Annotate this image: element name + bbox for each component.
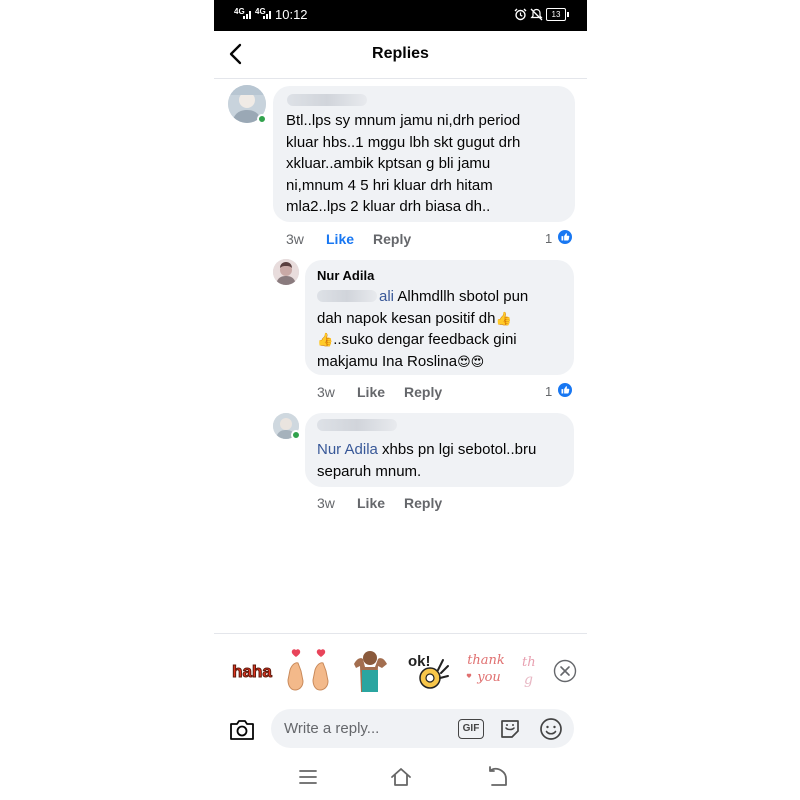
svg-text:you: you [476, 670, 501, 685]
comment-time: 3w [286, 231, 304, 247]
comment-text: separuh mnum. [317, 462, 422, 480]
system-nav-bar [214, 752, 587, 800]
svg-text:g: g [524, 672, 533, 688]
reply-input[interactable] [271, 709, 574, 748]
like-button[interactable]: Like [357, 384, 385, 400]
comment-text-line: xhbs pn lgi sebotol..bru [377, 441, 537, 458]
gif-label: GIF [462, 723, 480, 734]
reply-button[interactable]: Reply [404, 384, 442, 400]
comment-text: makjamu Ina Roslina😍😍 [317, 351, 484, 374]
reply-bubble[interactable]: Nur Adila ali Alhmdllh sbotol pun dah na… [305, 260, 574, 375]
comment-text-line: Alhmdllh sbotol pun [394, 288, 529, 305]
emoji-icon[interactable] [539, 717, 563, 741]
thumbs-up-emoji: 👍 [495, 311, 512, 327]
comment-text: mla2..lps 2 kluar drh biasa dh.. [286, 198, 491, 215]
comment-time: 3w [317, 384, 335, 400]
avatar[interactable] [273, 259, 299, 285]
reply-button[interactable]: Reply [373, 231, 411, 247]
home-icon[interactable] [389, 766, 413, 788]
thank-you-sticker[interactable]: thank you [460, 644, 512, 696]
camera-icon[interactable] [228, 718, 256, 742]
finger-heart-sticker[interactable] [284, 644, 336, 696]
comment-text-line: dah napok kesan positif dh [317, 309, 496, 327]
tagged-user[interactable]: Nur Adila [317, 441, 378, 458]
like-button[interactable]: Like [357, 495, 385, 511]
comment-text: ni,mnum 4 5 hri kluar drh hitam [286, 176, 493, 194]
sticker-tray: haha ok! thank you th g [214, 633, 587, 708]
comment-text: Btl..lps sy mnum jamu ni,drh period [286, 112, 521, 129]
like-reaction-icon[interactable] [557, 382, 573, 398]
header: Replies [214, 31, 587, 79]
svg-text:th: th [522, 655, 536, 670]
online-indicator [291, 430, 301, 440]
tag-fragment[interactable]: ali [379, 288, 394, 305]
close-icon[interactable] [553, 659, 577, 683]
reaction-count: 1 [545, 384, 553, 399]
redacted-author-name [287, 94, 367, 106]
phone-screen: 4G 4G 10:12 13 Replies Btl..lps sy mnum … [214, 0, 587, 800]
haha-sticker[interactable]: haha [226, 644, 278, 696]
comment-text: kluar hbs..1 mggu lbh skt gugut drh [286, 133, 521, 151]
comment-bubble[interactable]: Btl..lps sy mnum jamu ni,drh period klua… [273, 86, 575, 222]
gif-button[interactable]: GIF [458, 719, 484, 739]
like-reaction-icon[interactable] [557, 229, 573, 245]
page-title: Replies [372, 45, 429, 62]
comment-time: 3w [317, 495, 335, 511]
reply-composer: GIF [214, 708, 587, 752]
comment-author[interactable]: Nur Adila [317, 268, 374, 283]
redacted-author-name [317, 419, 397, 431]
clock: 10:12 [275, 7, 308, 22]
comment-text: dah napok kesan positif dh👍 [317, 308, 512, 331]
svg-text:ok!: ok! [408, 653, 431, 670]
comment-text: 👍..suko dengar feedback gini [317, 329, 517, 352]
svg-text:thank: thank [467, 653, 505, 668]
comment-text-line: ..suko dengar feedback gini [333, 331, 517, 348]
status-bar: 4G 4G 10:12 13 [214, 0, 587, 31]
back-nav-icon[interactable] [486, 766, 510, 788]
comment-text: xkluar..ambik kptsan g bli jamu [286, 155, 491, 172]
partial-sticker[interactable]: th g [520, 644, 550, 696]
heart-eyes-emoji: 😍😍 [457, 354, 485, 370]
sticker-icon[interactable] [498, 717, 522, 741]
comment-text: ali Alhmdllh sbotol pun [317, 286, 528, 308]
muscle-woman-sticker[interactable] [342, 644, 394, 696]
reply-bubble[interactable]: Nur Adila xhbs pn lgi sebotol..bru separ… [305, 413, 574, 487]
reaction-count: 1 [545, 231, 553, 246]
battery-icon: 13 [546, 8, 569, 21]
comment-text: Nur Adila xhbs pn lgi sebotol..bru [317, 439, 536, 461]
mute-icon [530, 8, 543, 21]
ok-sticker[interactable]: ok! [400, 644, 452, 696]
signal-icon [263, 11, 271, 19]
reply-button[interactable]: Reply [404, 495, 442, 511]
signal-icon [243, 11, 251, 19]
like-button[interactable]: Like [326, 231, 354, 247]
menu-icon[interactable] [296, 766, 320, 788]
svg-text:haha: haha [232, 662, 272, 681]
comment-text-line: makjamu Ina Roslina [317, 352, 458, 370]
online-indicator [257, 114, 267, 124]
alarm-icon [514, 8, 527, 21]
thumbs-up-emoji: 👍 [317, 333, 334, 348]
